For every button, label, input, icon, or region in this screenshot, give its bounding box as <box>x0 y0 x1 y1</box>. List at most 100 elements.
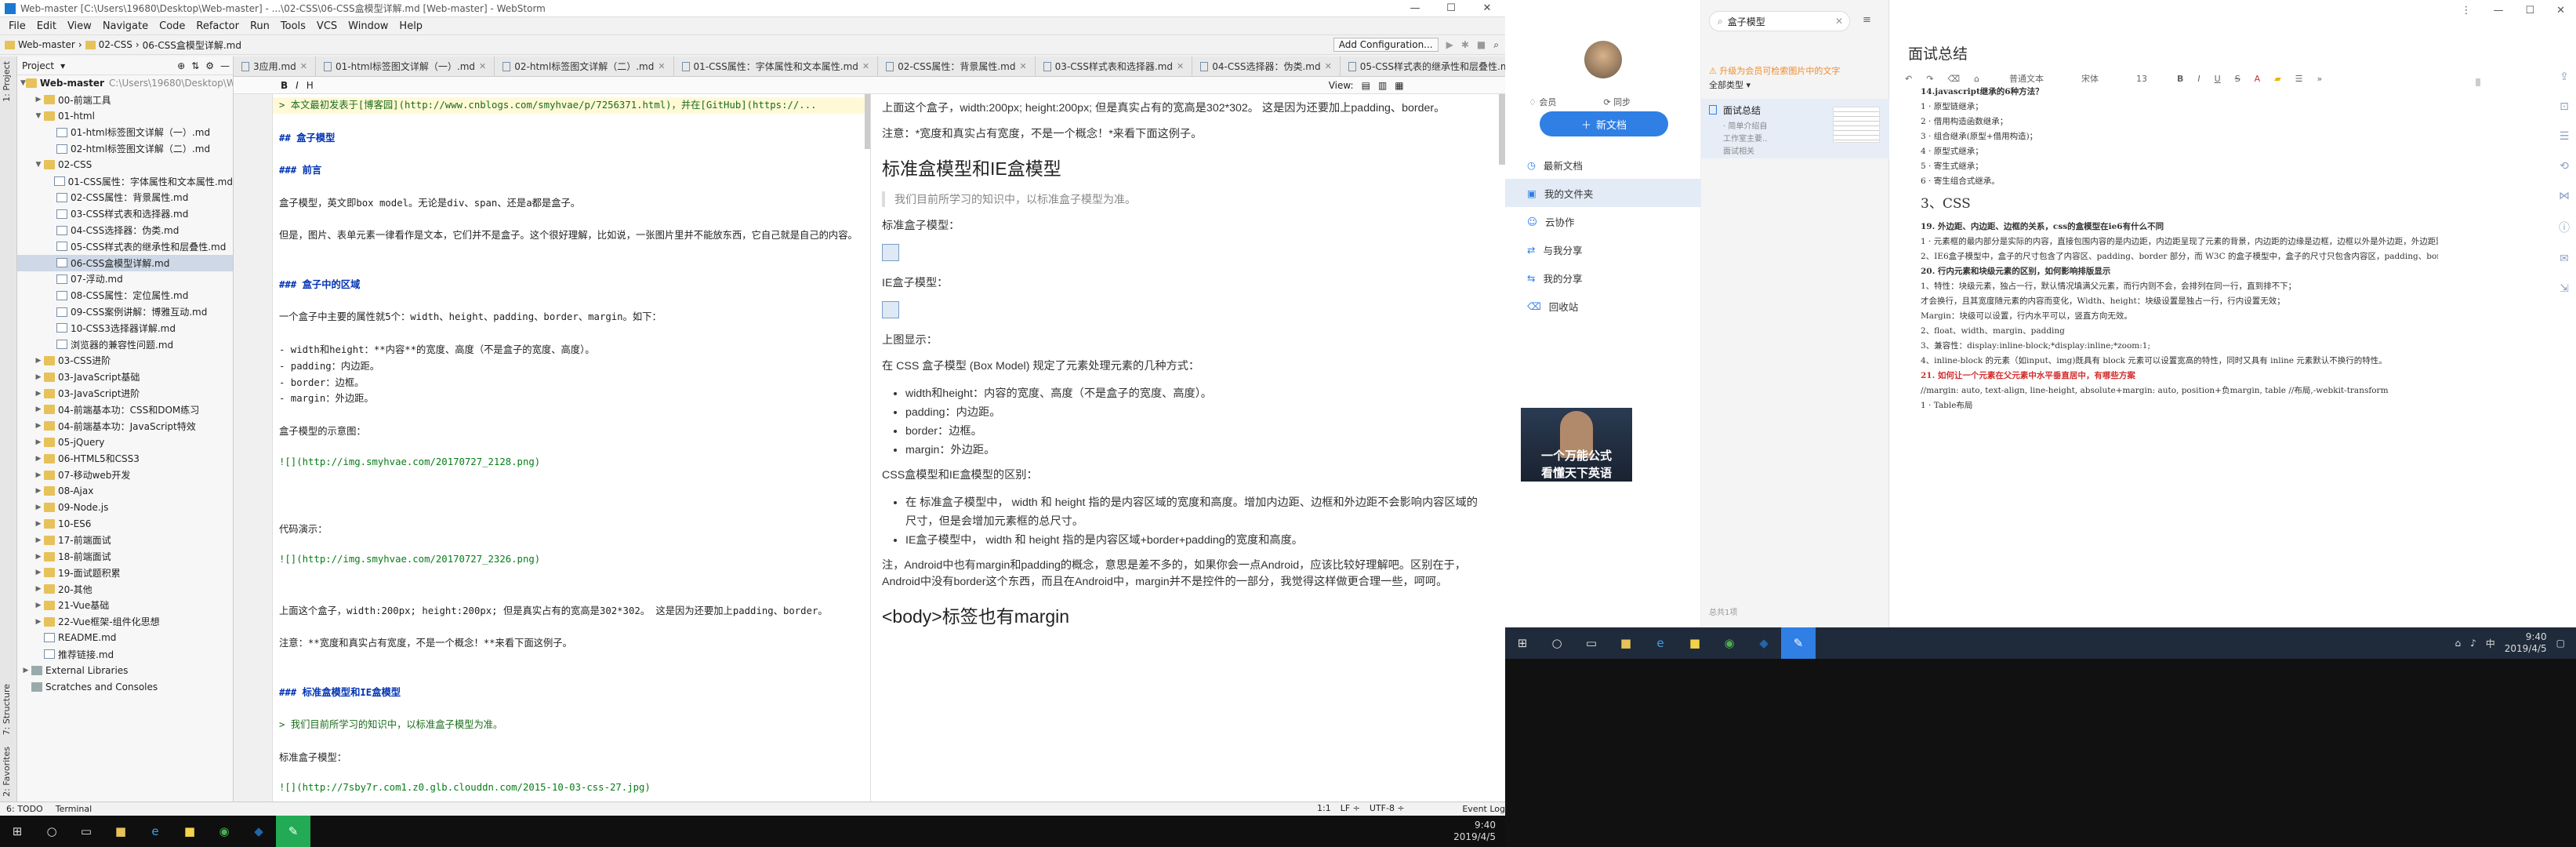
close-tab-icon[interactable]: ✕ <box>1019 61 1026 71</box>
chevron-right-icon[interactable]: ▶ <box>33 357 44 365</box>
debug-icon[interactable]: ✱ <box>1461 39 1469 50</box>
close-icon[interactable]: ✕ <box>2556 5 2565 16</box>
split-view-icon[interactable]: ▥ <box>1378 80 1387 91</box>
project-tool-tab[interactable]: 1: Project <box>2 61 12 102</box>
tree-file[interactable]: 04-CSS选择器：伪类.md <box>17 222 233 238</box>
preview-scrollbar[interactable] <box>1499 94 1505 165</box>
terminal-tool-button[interactable]: Terminal <box>56 804 93 814</box>
note-app-taskbar-icon[interactable]: ✎ <box>276 816 310 847</box>
webstorm-taskbar-icon[interactable]: ◆ <box>1747 627 1781 659</box>
tree-library[interactable]: Scratches and Consoles <box>17 678 233 695</box>
avatar[interactable] <box>1584 41 1622 78</box>
editor-tab[interactable]: 3应用.md ✕ <box>234 56 316 76</box>
source-scrollbar[interactable] <box>865 94 870 149</box>
editor-only-icon[interactable]: ▤ <box>1362 80 1370 91</box>
export-icon[interactable]: ⇲ <box>2560 282 2569 295</box>
tree-file[interactable]: 09-CSS案例讲解：博雅互动.md <box>17 304 233 320</box>
minimize-icon[interactable]: — <box>2493 5 2503 16</box>
redo-icon[interactable]: ↷ <box>1926 74 1933 84</box>
network-icon[interactable]: ⌂ <box>2454 638 2461 649</box>
editor-tab[interactable]: 01-CSS属性：字体属性和文本属性.md ✕ <box>674 56 879 76</box>
italic-icon[interactable]: I <box>296 80 299 91</box>
bold-icon[interactable]: B <box>281 80 288 91</box>
chevron-right-icon[interactable]: ▶ <box>33 405 44 413</box>
chevron-right-icon[interactable]: ▶ <box>33 553 44 561</box>
upgrade-hint[interactable]: ⚠ 升级为会员可检索图片中的文字 <box>1709 64 1840 77</box>
tree-folder[interactable]: ▶ 09-Node.js <box>17 500 233 516</box>
tree-folder[interactable]: ▶ 22-Vue框架-组件化思想 <box>17 613 233 630</box>
maximize-icon[interactable]: ☐ <box>1433 2 1469 14</box>
info-icon[interactable]: ⓘ <box>2559 220 2570 235</box>
run-config-button[interactable]: Add Configuration... <box>1333 38 1439 52</box>
tree-file[interactable]: 浏览器的兼容性问题.md <box>17 336 233 353</box>
tree-file[interactable]: 10-CSS3选择器详解.md <box>17 320 233 336</box>
tree-file[interactable]: 01-CSS属性：字体属性和文本属性.md <box>17 173 233 190</box>
breadcrumb-item-file[interactable]: 06-CSS盒模型详解.md <box>143 38 241 52</box>
chevron-right-icon[interactable]: ▶ <box>33 487 44 495</box>
menu-item[interactable]: View <box>62 20 97 32</box>
sticky-notes-icon[interactable]: ■ <box>1678 627 1712 659</box>
chevron-right-icon[interactable]: ▶ <box>33 569 44 576</box>
tree-folder[interactable]: ▶ 20-其他 <box>17 581 233 598</box>
list-icon[interactable]: ☰ <box>2295 74 2303 84</box>
menu-item[interactable]: File <box>3 20 31 32</box>
header-icon[interactable]: H <box>307 80 314 91</box>
collapse-icon[interactable]: ⇅ <box>191 60 199 71</box>
menu-item[interactable]: Edit <box>31 20 62 32</box>
link-icon[interactable]: ⋈ <box>2559 190 2570 202</box>
chevron-right-icon[interactable]: ▶ <box>33 618 44 626</box>
close-tab-icon[interactable]: ✕ <box>862 61 869 71</box>
note-app-taskbar-icon[interactable]: ✎ <box>1781 627 1816 659</box>
menu-item[interactable]: Refactor <box>190 20 245 32</box>
menu-item[interactable]: Help <box>394 20 428 32</box>
sticky-notes-icon[interactable]: ■ <box>172 816 207 847</box>
tree-folder[interactable]: ▶ 03-CSS进阶 <box>17 353 233 369</box>
nav-item[interactable]: ⇆ 我的分享 <box>1505 264 1701 292</box>
windows-start-icon[interactable]: ⊞ <box>0 816 34 847</box>
tree-folder[interactable]: ▶ 03-JavaScript基础 <box>17 369 233 385</box>
task-view-icon[interactable]: ▭ <box>69 816 103 847</box>
editor-tab[interactable]: 04-CSS选择器：伪类.md ✕ <box>1192 56 1341 76</box>
menu-item[interactable]: Code <box>154 20 190 32</box>
system-clock[interactable]: 9:40 2019/4/5 <box>1453 820 1505 843</box>
close-tab-icon[interactable]: ✕ <box>479 61 486 71</box>
event-log-button[interactable]: Event Log <box>1462 804 1505 814</box>
chevron-right-icon[interactable]: ▶ <box>33 602 44 609</box>
file-explorer-icon[interactable]: ■ <box>103 816 138 847</box>
breadcrumb-item-folder[interactable]: 02-CSS <box>99 39 132 50</box>
hide-icon[interactable]: — <box>220 60 230 71</box>
chevron-down-icon[interactable]: ▼ <box>33 161 44 169</box>
font-select[interactable]: 宋体 <box>2081 72 2099 85</box>
tree-folder[interactable]: ▶ 07-移动web开发 <box>17 467 233 483</box>
tree-file[interactable]: README.md <box>17 630 233 646</box>
undo-icon[interactable]: ↶ <box>1905 74 1912 84</box>
clear-search-icon[interactable]: ✕ <box>1835 16 1843 27</box>
locate-icon[interactable]: ⊕ <box>177 60 185 71</box>
member-button[interactable]: ♢ 会员 <box>1529 96 1556 108</box>
tree-file[interactable]: 05-CSS样式表的继承性和层叠性.md <box>17 238 233 255</box>
tree-folder[interactable]: ▼ Web-master C:\Users\19680\Desktop\Web-ma… <box>17 75 233 92</box>
search-icon[interactable]: ○ <box>1540 627 1574 659</box>
system-clock[interactable]: 9:40 2019/4/5 <box>2505 631 2547 655</box>
markdown-source[interactable]: > 本文最初发表于[博客园](http://www.cnblogs.com/sm… <box>273 94 865 802</box>
tree-folder[interactable]: ▶ 00-前端工具 <box>17 92 233 108</box>
stop-icon[interactable]: ■ <box>1477 39 1486 50</box>
new-document-button[interactable]: ＋ 新文档 <box>1540 111 1668 136</box>
menu-item[interactable]: Tools <box>275 20 311 32</box>
tree-library[interactable]: ▶ External Libraries <box>17 663 233 679</box>
nav-item[interactable]: ◷ 最新文档 <box>1505 151 1701 179</box>
text-color-icon[interactable]: A <box>2255 74 2261 84</box>
editor-tab[interactable]: 05-CSS样式表的继承性和层叠性.md✕ <box>1341 56 1505 76</box>
tree-file[interactable]: 推荐链接.md <box>17 646 233 663</box>
tree-file[interactable]: 01-html标签图文详解（一）.md <box>17 124 233 140</box>
tree-folder[interactable]: ▼ 02-CSS <box>17 157 233 173</box>
chevron-right-icon[interactable]: ▶ <box>33 471 44 479</box>
outline-icon[interactable]: ☰ <box>2560 130 2570 143</box>
underline-icon[interactable]: U <box>2215 74 2221 84</box>
close-icon[interactable]: ✕ <box>1469 2 1505 14</box>
tree-folder[interactable]: ▶ 06-HTML5和CSS3 <box>17 450 233 467</box>
more-icon[interactable]: ⋮ <box>2461 5 2471 16</box>
tree-folder[interactable]: ▶ 04-前端基本功：JavaScript特效 <box>17 418 233 434</box>
task-view-icon[interactable]: ▭ <box>1574 627 1609 659</box>
history-icon[interactable]: ⟲ <box>2560 160 2569 173</box>
